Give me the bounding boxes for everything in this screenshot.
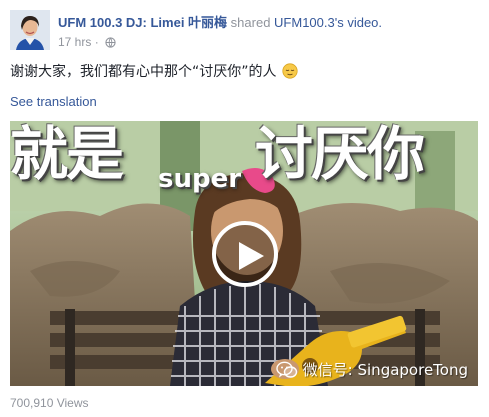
see-translation-link[interactable]: See translation (10, 94, 97, 109)
author-name[interactable]: UFM 100.3 DJ: Limei 叶丽梅 (58, 15, 227, 30)
wechat-watermark: 微信号: SingaporeTong (275, 359, 468, 380)
video-overlay-text-small: super (158, 164, 242, 194)
post-message: 谢谢大家，我们都有心中那个“讨厌你”的人 (10, 64, 277, 80)
watermark-text: 微信号: SingaporeTong (302, 361, 468, 379)
facebook-post: UFM 100.3 DJ: Limei 叶丽梅 shared UFM100.3'… (0, 0, 489, 417)
video-overlay-text-right: 讨厌你 (255, 121, 425, 188)
play-icon (239, 242, 264, 270)
post-header: UFM 100.3 DJ: Limei 叶丽梅 shared UFM100.3'… (58, 14, 382, 31)
shared-object-link[interactable]: UFM100.3's video. (274, 15, 382, 30)
avatar[interactable] (10, 10, 50, 50)
globe-icon[interactable] (105, 37, 116, 51)
wechat-icon (275, 361, 297, 378)
relieved-face-emoji (282, 63, 298, 79)
shared-label: shared (230, 15, 271, 30)
video-player[interactable]: 就是 super 讨厌你 微信号: SingaporeTong (10, 121, 478, 386)
video-overlay-text-left: 就是 (10, 121, 124, 188)
post-timestamp[interactable]: 17 hrs (58, 35, 91, 49)
post-meta: 17 hrs · (58, 35, 116, 51)
post-text: 谢谢大家，我们都有心中那个“讨厌你”的人 (10, 63, 298, 81)
meta-separator: · (94, 35, 99, 49)
play-button[interactable] (212, 221, 278, 287)
view-count: 700,910 Views (10, 396, 89, 410)
